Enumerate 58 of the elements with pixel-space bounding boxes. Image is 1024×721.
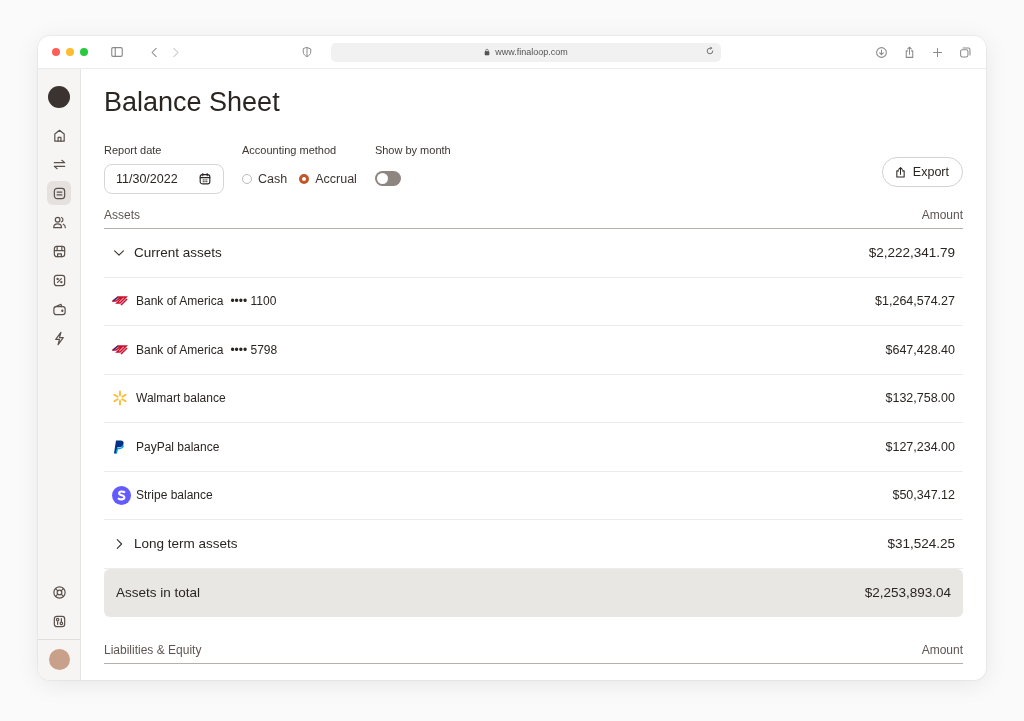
radio-option[interactable]: Accrual [299, 172, 357, 186]
account-name: Bank of America [136, 294, 224, 309]
flag-stripes-icon [112, 296, 128, 307]
group-name: Long term assets [134, 536, 238, 552]
field-label: Report date [104, 144, 163, 156]
amount: $2,222,341.79 [868, 245, 955, 261]
account-name: PayPal balance [136, 439, 220, 454]
upload-icon [893, 165, 907, 179]
shield-icon [300, 46, 313, 58]
amount: $1,264,574.27 [875, 294, 955, 309]
close-button[interactable] [52, 48, 60, 56]
people-icon [51, 214, 67, 230]
logo-icon[interactable] [48, 86, 70, 108]
reload-icon [704, 45, 715, 56]
house-icon [51, 127, 67, 143]
address-bar[interactable]: www.finaloop.com [330, 42, 721, 62]
column-header: Amount [921, 643, 963, 657]
store-icon [51, 243, 67, 259]
export-button[interactable]: Export [881, 157, 963, 187]
account-name: Stripe balance [136, 488, 213, 503]
lock-icon [483, 48, 492, 56]
field-label: Show by month [374, 144, 451, 156]
date-field[interactable]: 11/30/2022 [104, 164, 224, 194]
list-icon [51, 185, 67, 201]
amount: $127,234.00 [885, 439, 955, 454]
p-letter-icon [112, 439, 124, 454]
spark-icon [112, 390, 128, 407]
column-header: Liabilities & Equity [104, 643, 202, 657]
s-circle-icon [112, 485, 131, 505]
column-header: Amount [921, 208, 963, 222]
sidebar-icon [110, 45, 124, 59]
field-label: Accounting method [242, 144, 338, 156]
tabs-icon [959, 45, 972, 59]
wallet-icon [51, 301, 67, 317]
download-icon [875, 45, 888, 59]
total-amount: $2,253,893.04 [864, 585, 951, 601]
percent-icon [51, 272, 67, 288]
account-name: Bank of America [136, 342, 224, 357]
account-number: •••• 5798 [230, 342, 278, 357]
account-number: •••• 1100 [230, 294, 277, 309]
sidebar-item[interactable] [47, 181, 71, 205]
radio-option[interactable]: Cash [242, 172, 288, 186]
share-icon [903, 45, 916, 59]
amount: $647,428.40 [885, 342, 955, 357]
lifebuoy-icon [51, 584, 67, 600]
amount: $132,758.00 [885, 391, 955, 406]
plus-icon [931, 45, 944, 59]
amount: $31,524.25 [887, 536, 955, 552]
total-label: Assets in total [116, 585, 201, 601]
account-name: Walmart balance [136, 391, 226, 406]
group-name: Current assets [134, 245, 222, 261]
flag-stripes-icon [112, 344, 128, 355]
sliders-icon [51, 613, 67, 629]
amount: $50,347.12 [892, 488, 955, 503]
page-title: Balance Sheet [104, 87, 281, 118]
calendar-icon [198, 172, 212, 186]
toggle-switch[interactable] [374, 171, 401, 186]
column-header: Assets [104, 208, 140, 222]
